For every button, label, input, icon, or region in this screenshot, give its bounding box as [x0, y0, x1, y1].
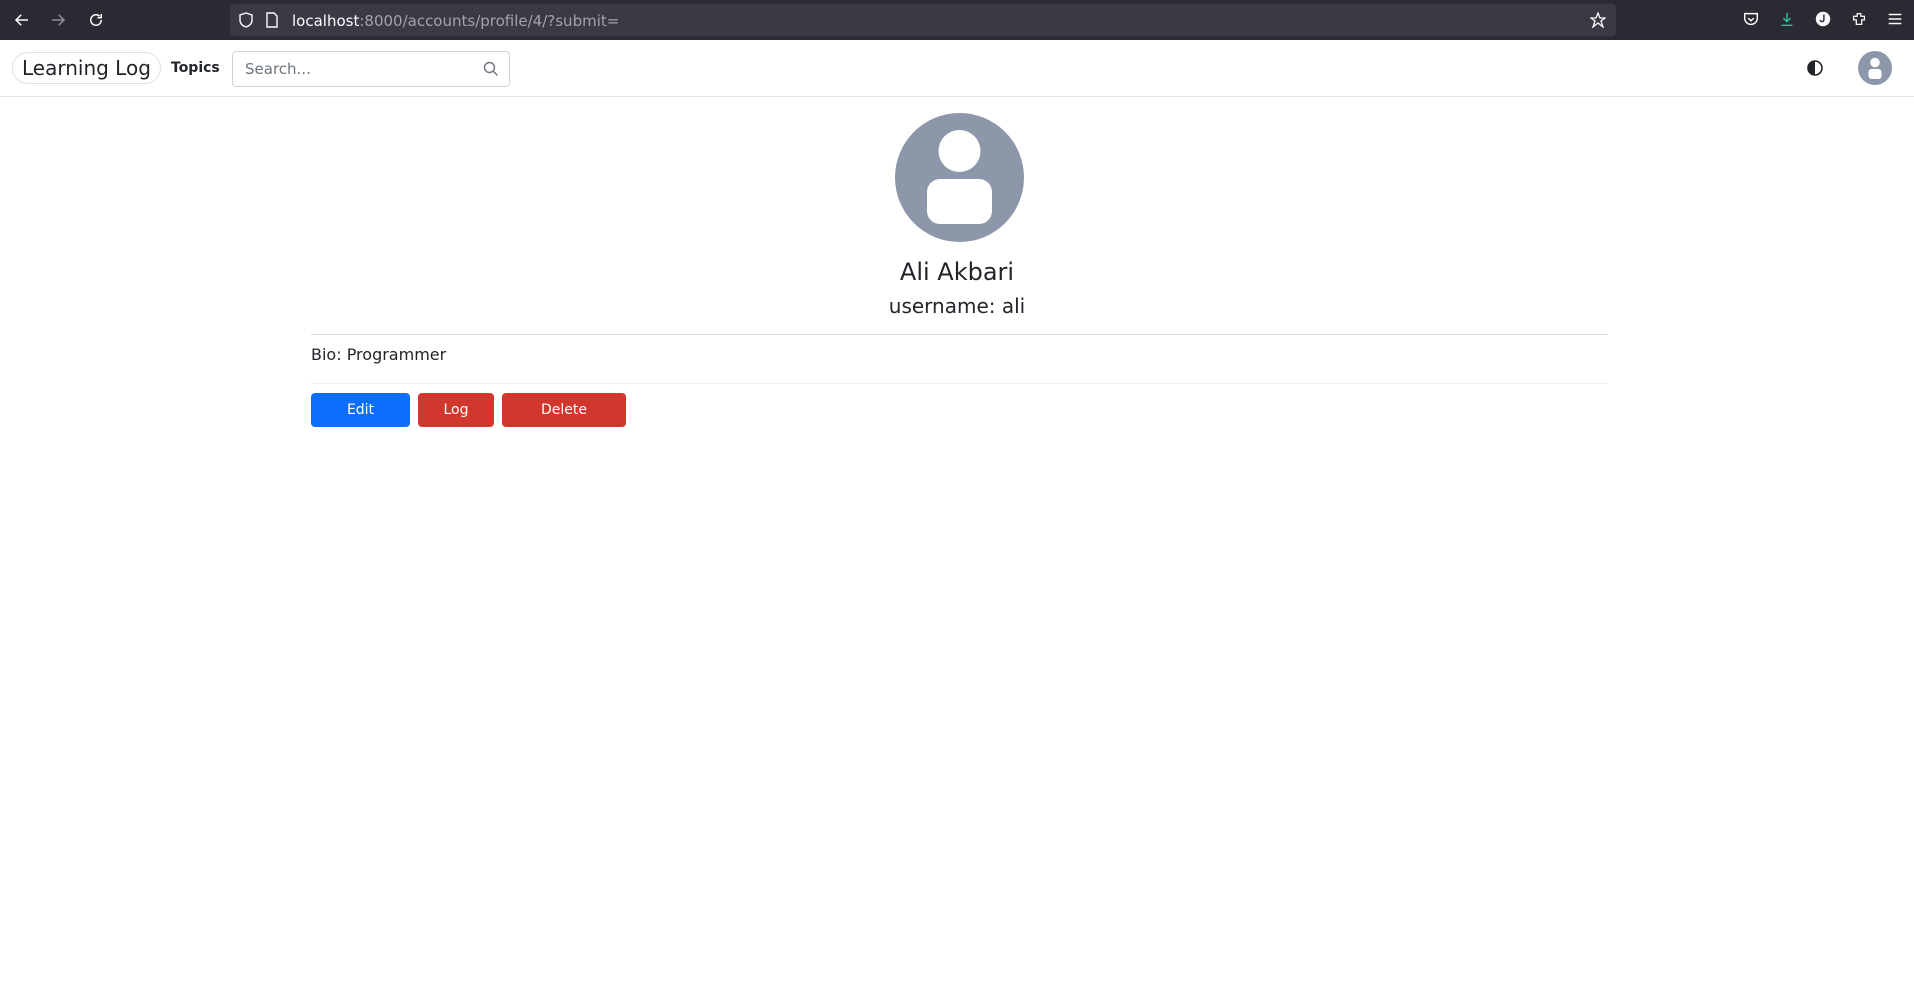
account-extension-icon[interactable]: [1813, 9, 1833, 29]
user-avatar-icon[interactable]: [1858, 51, 1892, 85]
profile-username: username: ali: [888, 294, 1026, 318]
pocket-icon[interactable]: [1741, 9, 1761, 29]
brand-link[interactable]: Learning Log: [12, 52, 161, 84]
menu-icon[interactable]: [1885, 9, 1905, 29]
browser-toolbar: localhost:8000/accounts/profile/4/?submi…: [0, 0, 1914, 40]
reload-icon[interactable]: [84, 8, 108, 32]
forward-icon[interactable]: [46, 8, 70, 32]
profile-name: Ali Akbari: [899, 258, 1015, 286]
bookmark-star-icon[interactable]: [1590, 12, 1606, 28]
edit-profile-button[interactable]: Edit profile: [311, 393, 410, 452]
divider: [311, 334, 1608, 335]
shield-icon[interactable]: [238, 12, 254, 28]
search-icon[interactable]: [483, 61, 499, 77]
page-icon[interactable]: [264, 12, 280, 28]
profile-avatar-icon: [895, 113, 1024, 242]
address-bar[interactable]: localhost:8000/accounts/profile/4/?submi…: [230, 4, 1616, 36]
log-out-button[interactable]: Log out: [418, 393, 494, 452]
back-icon[interactable]: [10, 8, 34, 32]
extensions-icon[interactable]: [1849, 9, 1869, 29]
url-text[interactable]: localhost:8000/accounts/profile/4/?submi…: [292, 12, 619, 30]
search-box: [232, 51, 510, 87]
profile-bio: Bio: Programmer: [311, 345, 447, 364]
download-icon[interactable]: [1777, 9, 1797, 29]
divider: [311, 383, 1608, 384]
theme-toggle-icon[interactable]: [1806, 59, 1824, 77]
search-input[interactable]: [245, 60, 465, 78]
nav-link-topics[interactable]: Topics: [171, 60, 220, 76]
delete-account-button[interactable]: Delete account: [502, 393, 626, 452]
app-navbar: Learning Log Topics: [0, 40, 1914, 97]
